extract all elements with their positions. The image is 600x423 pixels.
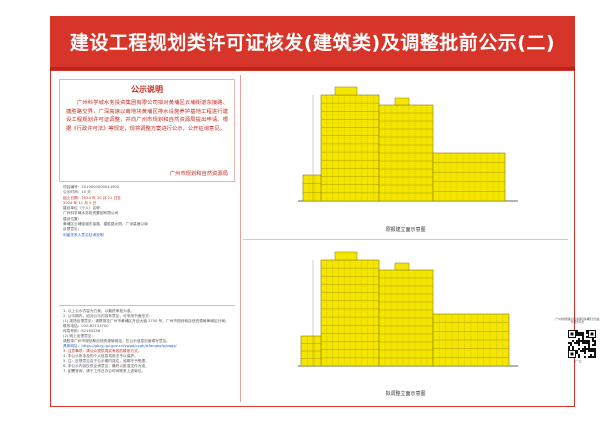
roof-structure [334,251,358,261]
adjusted-elevation: 拟调整立面示意图 [243,239,568,399]
building-block [378,269,434,367]
original-elevation-caption: 原报建立面示意图 [385,227,426,233]
building-block [302,174,322,202]
drawing-area: 原报建立面示意图 拟调整立面示意图 [243,75,568,402]
notice-heading: 公示说明 [131,85,163,94]
building-block [378,104,434,202]
building-block [300,335,322,367]
info-line[interactable]: 利害关系人意见征询说明 [59,233,235,238]
notice-frame: 公示说明 广州科学城水务投资集团有限公司拟对黄埔区云埔街道东接路、捷胜路交界，广… [50,70,575,407]
roof-structure [334,86,358,96]
notice-header: 建设工程规划类许可证核发(建筑类)及调整批前公示(二) [50,16,575,70]
adjusted-elevation-drawing [298,251,518,367]
notice-body: 广州科学城水务投资集团有限公司拟对黄埔区云埔街道东接路、捷胜路交界，广深高速以南… [66,100,228,132]
adjusted-elevation-caption: 拟调整立面示意图 [385,391,426,397]
notice-description: 公示说明 广州科学城水务投资集团有限公司拟对黄埔区云埔街道东接路、捷胜路交界，广… [59,79,235,182]
building-block [320,94,380,202]
roof-structure [394,97,410,106]
original-elevation-drawing [298,86,518,202]
info-column: 公示说明 广州科学城水务投资集团有限公司拟对黄埔区云埔街道东接路、捷胜路交界，广… [55,75,241,402]
project-info: 项目编号：2019000000044300 公示时间：10 天起止日期：2024 … [59,185,235,303]
instruction-line: 7. 如需咨询，请于工作日办公时间联系上述单位。 [63,369,146,373]
roof-structure [394,262,410,271]
building-block [432,313,510,367]
notice-page: 建设工程规划类许可证核发(建筑类)及调整批前公示(二) 公示说明 广州科学城水务… [0,0,600,423]
original-elevation: 原报建立面示意图 [243,75,568,235]
building-block [432,152,506,202]
feedback-instructions: 1. 以上公示内容为方案，以最终审批为准。 2. 公示期内，如对公示内容有意见，可… [59,305,235,400]
notice-signature: 广州市规划和自然资源局 [169,171,228,177]
qr-code-icon[interactable] [568,330,596,358]
qr-label-bottom: 扫一扫 [573,360,582,363]
qr-label-top: 广州市规划和自然资源局黄埔区分局政务服务平台 [555,318,600,325]
page-title: 建设工程规划类许可证核发(建筑类)及调整批前公示(二) [69,32,556,54]
building-block [320,259,380,367]
